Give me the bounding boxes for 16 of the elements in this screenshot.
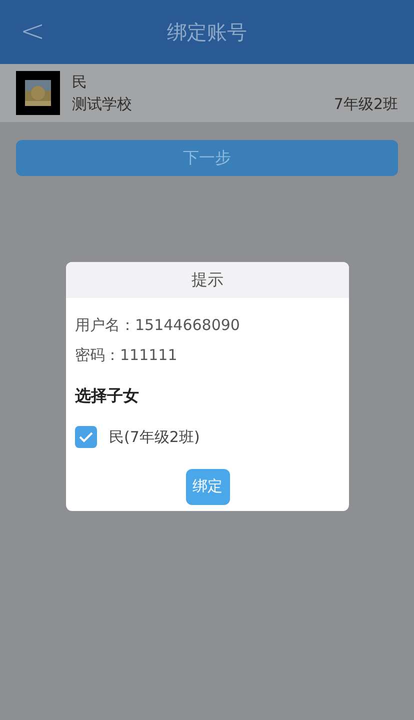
student-name: 民 [72, 72, 88, 92]
info-text: 密码：111111 [75, 344, 178, 366]
class-name: 7年级2班 [334, 94, 398, 115]
child-label: 民(7年级2班) [109, 427, 200, 448]
school-name: 测试学校 [72, 94, 132, 115]
next-button[interactable]: 下一步 [16, 140, 398, 176]
bind-button[interactable]: 绑定 [186, 468, 230, 504]
page-title: 绑定账号 [167, 19, 247, 46]
child-option[interactable]: 民(7年级2班) [75, 426, 340, 448]
section-title: 选择子女 [75, 385, 140, 407]
check-icon [79, 431, 93, 444]
back-button[interactable]: < [20, 17, 46, 47]
info-text: 用户名：15144668090 [75, 314, 241, 336]
checkbox[interactable] [75, 426, 97, 448]
dialog-title: 提示 [66, 262, 349, 298]
student-row[interactable]: 民 测试学校 7年级2班 [0, 64, 414, 122]
